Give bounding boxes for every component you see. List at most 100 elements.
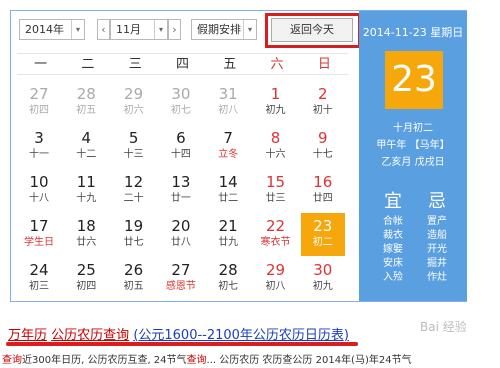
date-number: 30 (171, 85, 191, 103)
lunar-label: 初五 (76, 105, 97, 116)
result-snippet: 查询近300年日历, 公历农历互查, 24节气查询... 公历农历 农历查公历 … (2, 351, 498, 366)
weekday-label: 日 (317, 57, 331, 72)
selected-date: 2014-11-23 星期日 (362, 26, 464, 39)
weekday-header: 一二三四五六日 (17, 53, 348, 75)
year-select[interactable]: 2014年 ▾ (19, 19, 85, 40)
weekday-label: 三 (128, 57, 142, 72)
date-cell[interactable]: 13 廿一 (159, 169, 203, 212)
date-cell[interactable]: 30 初九 (301, 257, 345, 300)
date-cell[interactable]: 24 初三 (17, 257, 61, 300)
year-select-value: 2014年 (25, 23, 64, 36)
date-cell[interactable]: 10 十八 (17, 169, 61, 212)
date-cell[interactable]: 27 初四 (17, 81, 61, 124)
lunar-label: 初七 (218, 281, 239, 292)
lunar-label: 廿九 (218, 237, 239, 248)
lunar-label: 初四 (76, 281, 97, 292)
lunar-label: 廿七 (123, 237, 144, 248)
date-cell[interactable]: 28 初七 (206, 257, 250, 300)
date-number: 23 (313, 217, 333, 235)
lunar-label: 立冬 (218, 149, 239, 160)
result-title-link[interactable]: 万年历 公历农历查询 (公元1600--2100年公历农历日历表) (8, 324, 349, 343)
prev-month-button[interactable]: ‹ (97, 19, 110, 40)
date-number: 29 (265, 261, 286, 279)
month-select[interactable]: 11月 ▾ (110, 19, 168, 40)
date-cell[interactable]: 8 十六 (254, 125, 298, 168)
next-month-button[interactable]: › (168, 19, 181, 40)
date-cell[interactable]: 3 十一 (17, 125, 61, 168)
lunar-label: 初六 (123, 105, 144, 116)
lunar-label: 初三 (29, 281, 49, 292)
date-cell[interactable]: 19 廿七 (112, 213, 156, 256)
holiday-select-value: 假期安排 (197, 23, 241, 36)
lunar-label: 廿八 (170, 237, 191, 248)
lunar-label: 初八 (265, 281, 286, 292)
suitable-heading: 宜 (384, 191, 402, 212)
date-cell[interactable]: 29 初八 (254, 257, 298, 300)
lunar-label: 十四 (170, 149, 191, 160)
lunar-label: 初五 (123, 281, 144, 292)
date-number: 20 (171, 217, 191, 235)
lunar-label: 二十 (123, 193, 144, 204)
date-number: 15 (265, 173, 286, 191)
date-cell[interactable]: 30 初七 (159, 81, 203, 124)
lunar-label: 十八 (29, 193, 49, 204)
date-number: 19 (124, 217, 144, 235)
date-cell[interactable]: 15 廿三 (254, 169, 298, 212)
date-number: 13 (171, 173, 191, 191)
date-cell[interactable]: 5 十三 (112, 125, 156, 168)
lunar-label: 廿四 (312, 193, 333, 204)
big-day-number: 23 (385, 51, 443, 109)
lunar-label: 十六 (265, 149, 286, 160)
date-cell[interactable]: 22 寒衣节 (254, 213, 298, 256)
chevron-down-icon: ▾ (154, 20, 167, 39)
activity-item: 掘井 (427, 258, 447, 269)
date-number: 16 (313, 173, 333, 191)
date-cell[interactable]: 28 初五 (64, 81, 108, 124)
activity-item: 嫁娶 (383, 244, 403, 255)
date-cell[interactable]: 26 初五 (112, 257, 156, 300)
date-number: 6 (176, 129, 186, 147)
lunar-label: 廿三 (265, 193, 286, 204)
date-cell[interactable]: 1 初九 (254, 81, 298, 124)
weekday-label: 一 (34, 57, 48, 72)
activity-item: 作灶 (427, 272, 447, 283)
date-number: 31 (218, 85, 238, 103)
date-cell[interactable]: 4 十二 (64, 125, 108, 168)
lunar-label: 初八 (218, 105, 239, 116)
date-cell[interactable]: 17 学生日 (17, 213, 61, 256)
date-cell[interactable]: 27 感恩节 (159, 257, 203, 300)
title-part-3: (公元1600--2100年公历农历日历表) (133, 328, 350, 343)
date-number: 10 (29, 173, 49, 191)
date-cell[interactable]: 25 初四 (64, 257, 108, 300)
snippet-text: ... 公历农历 农历查公历 2014年(马)年24节气 (206, 355, 412, 366)
date-cell[interactable]: 31 初八 (206, 81, 250, 124)
date-cell[interactable]: 16 廿四 (301, 169, 345, 212)
date-cell[interactable]: 14 廿二 (206, 169, 250, 212)
title-part-2: 公历农历查询 (51, 328, 130, 343)
calendar-toolbar: 2014年 ▾ ‹ 11月 ▾ › 假期安排 ▾ 返回今天 (11, 11, 361, 51)
watermark-logo: Bai 经验 (420, 320, 467, 334)
date-number: 2 (318, 85, 328, 103)
date-cell[interactable]: 2 初十 (301, 81, 345, 124)
date-cell[interactable]: 9 十七 (301, 125, 345, 168)
lunar-label: 十三 (123, 149, 144, 160)
date-cell[interactable]: 12 二十 (112, 169, 156, 212)
date-number: 1 (270, 85, 281, 103)
lunar-label: 十二 (76, 149, 97, 160)
date-cell[interactable]: 6 十四 (159, 125, 203, 168)
date-cell[interactable]: 11 十九 (64, 169, 108, 212)
date-number: 3 (34, 129, 44, 147)
holiday-select[interactable]: 假期安排 ▾ (191, 19, 257, 40)
weekday-label: 五 (223, 57, 237, 72)
date-cell[interactable]: 7 立冬 (206, 125, 250, 168)
lunar-label: 初四 (29, 105, 49, 116)
date-cell-today[interactable]: 23 初二 (300, 213, 345, 256)
date-cell[interactable]: 18 廿六 (64, 213, 108, 256)
date-cell[interactable]: 29 初六 (112, 81, 156, 124)
activity-item: 安床 (383, 258, 403, 269)
date-number: 30 (313, 261, 333, 279)
date-cell[interactable]: 20 廿八 (159, 213, 203, 256)
date-cell[interactable]: 21 廿九 (206, 213, 250, 256)
date-number: 26 (124, 261, 144, 279)
weekday-label: 二 (81, 57, 95, 72)
